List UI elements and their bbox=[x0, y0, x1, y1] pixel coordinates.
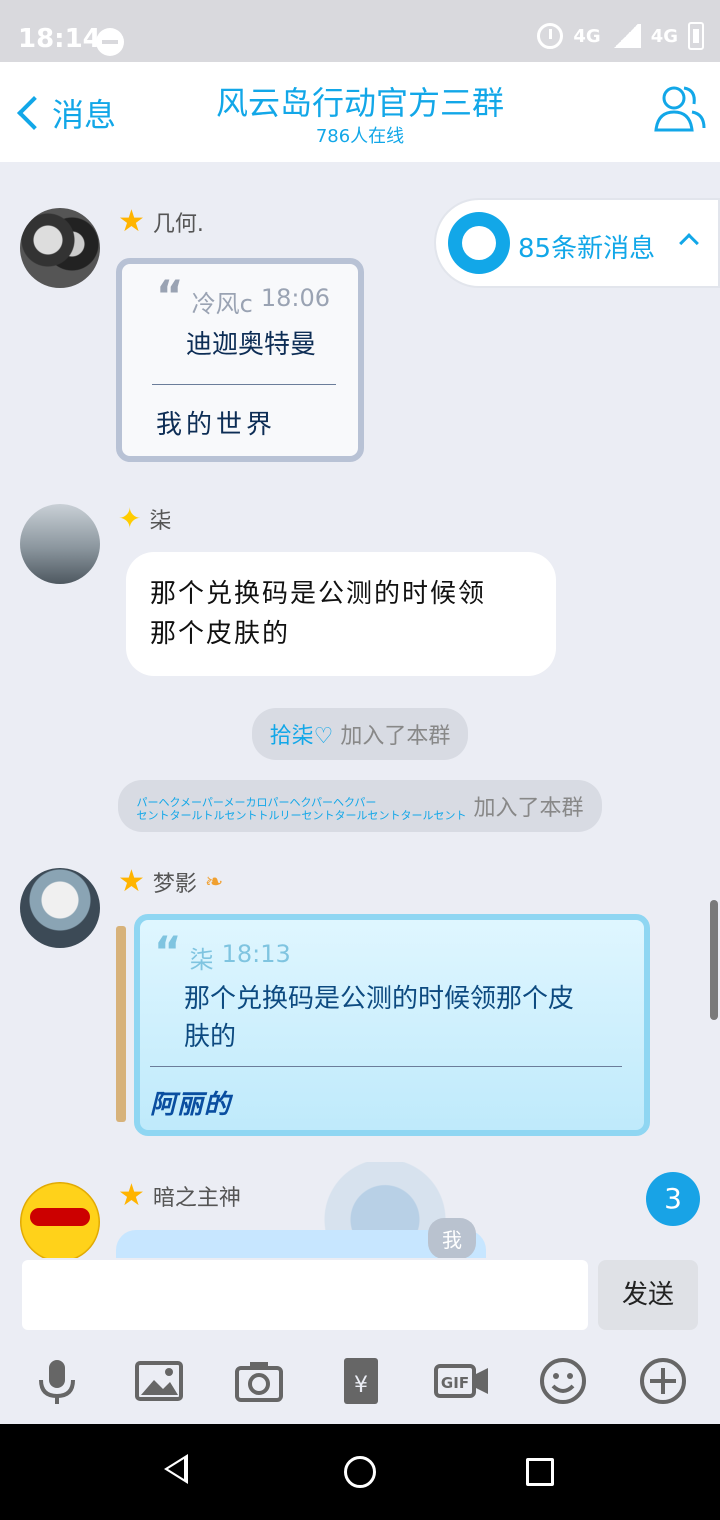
chat-header: 消息 风云岛行动官方三群 786人在线 bbox=[0, 62, 720, 162]
system-message: 拾柒♡ 加入了本群 bbox=[0, 708, 720, 760]
nav-home-icon[interactable] bbox=[344, 1456, 376, 1488]
nav-recents-icon[interactable] bbox=[526, 1458, 554, 1486]
status-bar: 18:14 4G 4G bbox=[0, 0, 720, 62]
message-input[interactable] bbox=[22, 1260, 588, 1330]
sender-row: ★ 暗之主神 bbox=[118, 1180, 241, 1212]
self-tag: 我 bbox=[428, 1218, 476, 1258]
network-label-2: 4G bbox=[650, 25, 678, 47]
scrollbar[interactable] bbox=[710, 900, 718, 1020]
quote-divider bbox=[152, 384, 336, 385]
member-name-line: パーヘクメーパーメーカロパーヘクパーヘクパー bbox=[136, 796, 377, 809]
do-not-disturb-icon bbox=[96, 28, 124, 56]
message-text-line: 那个皮肤的 bbox=[150, 619, 291, 649]
camera-icon[interactable] bbox=[234, 1356, 284, 1406]
quote-author: 柒 bbox=[189, 946, 214, 974]
reply-text: 阿丽的 bbox=[150, 1090, 232, 1120]
quote-time: 18:06 bbox=[260, 284, 330, 312]
quote-bubble[interactable]: “ 柒 18:13 那个兑换码是公测的时候领那个皮 肤的 阿丽的 bbox=[134, 914, 650, 1136]
avatar[interactable] bbox=[20, 504, 100, 584]
gif-icon[interactable]: GIF bbox=[434, 1356, 490, 1406]
rank-star-icon: ★ bbox=[118, 864, 145, 899]
status-icons: 4G 4G bbox=[537, 22, 704, 50]
message-bubble[interactable]: 那个兑换码是公测的时候领 那个皮肤的 bbox=[126, 552, 556, 676]
quote-header: “ 冷风c 18:06 bbox=[156, 271, 330, 320]
quote-bubble[interactable]: “ 冷风c 18:06 迪迦奥特曼 我的世界 bbox=[116, 258, 364, 462]
bubble-scroll-edge bbox=[116, 926, 126, 1122]
join-text: 加入了本群 bbox=[340, 724, 451, 749]
rank-star-icon: ★ bbox=[118, 1178, 145, 1213]
sender-name: 柒 bbox=[149, 508, 172, 534]
chevron-up-icon bbox=[679, 233, 699, 253]
nav-back-icon[interactable] bbox=[164, 1454, 188, 1484]
red-packet-icon[interactable]: ¥ bbox=[336, 1356, 386, 1406]
alarm-icon bbox=[537, 23, 564, 49]
sender-row: ★ 几何. bbox=[118, 206, 204, 238]
quote-mark-icon: “ bbox=[154, 927, 182, 976]
chat-area[interactable]: ★ 几何. “ 冷风c 18:06 迪迦奥特曼 我的世界 85条新消息 ✦ 柒 … bbox=[0, 162, 720, 1258]
quote-time: 18:13 bbox=[221, 940, 291, 968]
member-name-link[interactable]: パーヘクメーパーメーカロパーヘクパーヘクパー セントタールトルセントトルリーセン… bbox=[136, 796, 466, 822]
quote-author: 冷风c bbox=[191, 290, 253, 318]
quote-text: 迪迦奥特曼 bbox=[186, 330, 317, 360]
join-text: 加入了本群 bbox=[473, 796, 584, 821]
message-icon bbox=[448, 212, 510, 274]
status-time: 18:14 bbox=[18, 24, 101, 54]
input-bar: 发送 ¥ GIF bbox=[0, 1258, 720, 1424]
quote-mark-icon: “ bbox=[156, 271, 184, 320]
unread-count-badge[interactable]: 3 bbox=[646, 1172, 700, 1226]
member-name-line: セントタールトルセントトルリーセントタールセントタールセント bbox=[136, 809, 467, 822]
sender-name: 几何. bbox=[152, 212, 204, 237]
online-count: 786人在线 bbox=[315, 126, 405, 147]
heart-icon: ♡ bbox=[313, 724, 334, 749]
svg-text:¥: ¥ bbox=[354, 1373, 368, 1398]
sender-row: ★ 梦影 ❧ bbox=[118, 866, 223, 898]
emoji-icon[interactable] bbox=[538, 1356, 588, 1406]
svg-text:GIF: GIF bbox=[441, 1374, 469, 1392]
system-message: パーヘクメーパーメーカロパーヘクパーヘクパー セントタールトルセントトルリーセン… bbox=[0, 780, 720, 832]
sunglasses-icon bbox=[30, 1208, 90, 1226]
avatar[interactable] bbox=[20, 208, 100, 288]
toolbar: ¥ GIF bbox=[0, 1356, 720, 1410]
quote-header: “ 柒 18:13 bbox=[154, 927, 291, 976]
new-messages-label: 85条新消息 bbox=[518, 234, 656, 264]
leaf-icon: ❧ bbox=[204, 869, 224, 895]
system-nav-bar bbox=[0, 1424, 720, 1520]
join-notice: 拾柒♡ 加入了本群 bbox=[251, 708, 469, 760]
network-label: 4G bbox=[573, 25, 601, 47]
image-icon[interactable] bbox=[134, 1356, 184, 1406]
rank-star-icon: ★ bbox=[118, 204, 145, 239]
reply-text: 我的世界 bbox=[156, 410, 277, 440]
quote-text: 那个兑换码是公测的时候领那个皮 肤的 bbox=[184, 980, 574, 1056]
avatar[interactable] bbox=[20, 868, 100, 948]
rank-diamond-icon: ✦ bbox=[118, 502, 142, 535]
sender-name: 暗之主神 bbox=[152, 1186, 241, 1211]
quote-divider bbox=[150, 1066, 622, 1067]
plus-icon[interactable] bbox=[638, 1356, 688, 1406]
new-messages-button[interactable]: 85条新消息 bbox=[434, 198, 720, 288]
quote-text-line: 那个兑换码是公测的时候领那个皮 bbox=[184, 984, 575, 1014]
mic-icon[interactable] bbox=[32, 1356, 82, 1406]
join-notice: パーヘクメーパーメーカロパーヘクパーヘクパー セントタールトルセントトルリーセン… bbox=[118, 780, 602, 832]
quote-text-line: 肤的 bbox=[184, 1022, 237, 1052]
signal-icon bbox=[610, 24, 641, 48]
member-name-link[interactable]: 拾柒 bbox=[270, 724, 314, 749]
sender-name: 梦影 bbox=[152, 872, 197, 897]
send-button[interactable]: 发送 bbox=[598, 1260, 698, 1330]
message-text-line: 那个兑换码是公测的时候领 bbox=[150, 579, 487, 609]
group-members-icon[interactable] bbox=[652, 84, 706, 134]
sender-row: ✦ 柒 bbox=[118, 502, 171, 535]
group-title: 风云岛行动官方三群 bbox=[215, 84, 504, 122]
battery-icon bbox=[688, 22, 704, 50]
